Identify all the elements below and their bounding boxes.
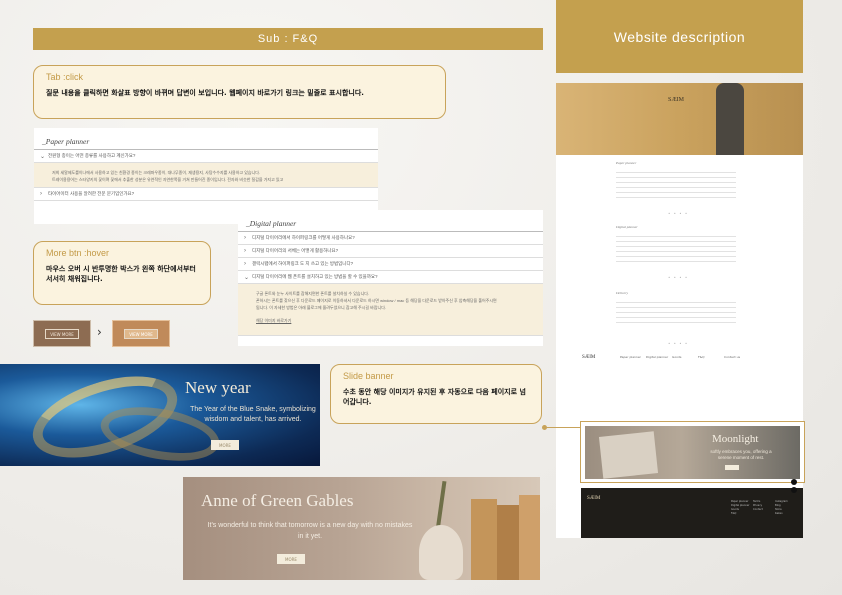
- section-heading: _Digital planner: [238, 210, 543, 232]
- faq-question-text: 타이어이터 사용을 알려한 전문 문기입인가요?: [48, 191, 135, 197]
- view-more-button-default[interactable]: VIEW MORE: [33, 320, 91, 347]
- connector-dot: [542, 425, 547, 430]
- site-faq-row[interactable]: [616, 193, 736, 198]
- site-faq-row[interactable]: [616, 257, 736, 262]
- anne-banner: Anne of Green Gables It's wonderful to t…: [183, 477, 540, 580]
- footer-column: Instagram Blog Store Kakao: [775, 500, 788, 516]
- tab-click-callout: Tab :click 질문 내용을 클릭하면 화살표 방향이 바뀌며 답변이 보…: [33, 65, 446, 119]
- faq-question[interactable]: ⌄ 디지털 다이어리에 웹 폰트를 설치하고 있는 방법을 할 수 있을까요?: [238, 271, 543, 284]
- nav-item[interactable]: Paper planner: [620, 355, 646, 359]
- pagination-dots[interactable]: • • • •: [668, 275, 688, 280]
- faq-question-text: 디지털 다이어리에서 하이퍼링크를 어떻게 사용하나요?: [252, 235, 355, 240]
- faq-question-text: 디지털 다이어리에 웹 폰트를 설치하고 있는 방법을 할 수 있을까요?: [252, 274, 378, 279]
- button-label: VIEW MORE: [45, 329, 79, 339]
- banner-subtitle: It's wonderful to think that tomorrow is…: [207, 522, 413, 540]
- callout-title: Slide banner: [343, 371, 394, 381]
- chevron-right-icon: ›: [244, 235, 246, 241]
- banner-title: New year: [185, 378, 251, 397]
- faq-answer: 구글 폰트와 눈누 사이트를 참해지면한 폰트를 설치하실 수 있습니다. 폰하…: [238, 284, 543, 336]
- site-logo: SÆIM: [582, 354, 596, 360]
- site-faq-section: Paper planner: [616, 161, 736, 198]
- site-faq-section: Digital planner: [616, 225, 736, 262]
- nav-item[interactable]: F&Q: [698, 355, 724, 359]
- site-faq-section: Delivery: [616, 291, 736, 323]
- faq-answer: 저희 세알제도를이나에서 사용하고 있는 친환경 종이는 크레파우종이, 대나무…: [34, 163, 378, 189]
- callout-title: Tab :click: [46, 72, 84, 82]
- faq-question[interactable]: › 타이어이터 사용을 알려한 전문 문기입인가요?: [34, 188, 378, 202]
- person-illustration: [716, 83, 744, 155]
- chevron-down-icon: ⌄: [40, 153, 46, 160]
- view-more-button-hover[interactable]: VIEW MORE: [112, 320, 170, 347]
- site-footer: SÆIM Paper planner Digital planner Goods…: [581, 488, 803, 538]
- faq-question-text: 디지털 다이어리의 서체는 어떻게 활용하나요?: [252, 248, 339, 253]
- vase-illustration: [419, 525, 463, 580]
- arrow-right-icon: ›: [97, 325, 102, 339]
- callout-text: 수초 동안 해당 이미지가 유지된 후 자동으로 다음 페이지로 넘어갑니다.: [343, 388, 526, 407]
- site-section-heading: Delivery: [616, 291, 629, 295]
- chevron-right-icon: ›: [244, 261, 246, 267]
- callout-text: 질문 내용을 클릭하면 화살표 방향이 바뀌며 답변이 보입니다. 웹페이지 바…: [46, 89, 364, 97]
- faq-answer-line: 구글 폰트와 눈누 사이트를 참해지면한 폰트를 설치하실 수 있습니다.: [256, 291, 370, 296]
- faq-question[interactable]: › 디지털 다이어리의 서체는 어떻게 활용하나요?: [238, 245, 543, 258]
- faq-answer-link[interactable]: 해당 이미지 바로가기: [256, 317, 533, 324]
- book-illustration: [598, 431, 659, 479]
- banner-subtitle: The Year of the Blue Snake, symbolizing …: [190, 406, 316, 424]
- button-label: VIEW MORE: [124, 329, 158, 339]
- footer-column: Terms Privacy Contact: [753, 500, 763, 512]
- nav-item[interactable]: Goods: [672, 355, 698, 359]
- banner-more-button[interactable]: [725, 465, 739, 470]
- faq-question-text: 전원형 종이는 어떤 종류를 사용하고 계신가요?: [48, 153, 136, 158]
- faq-answer-line: 폰하시는 폰트를 찾으신 후 다운로드 페이지로 이동하셔서 다운로드 하시면 …: [256, 298, 497, 304]
- banner-title: Moonlight: [712, 433, 759, 445]
- section-heading: _Paper planner: [34, 128, 378, 150]
- banner-more-button[interactable]: MORE: [277, 554, 305, 564]
- banner-subtitle: softly embraces you, offering a serene m…: [710, 449, 772, 461]
- footer-link[interactable]: Kakao: [775, 512, 788, 516]
- faq-answer-line: 됩니다. 이 자세한 방법은 아래 블로그에 올려두었으니 참고해 주시길 바랍…: [256, 305, 386, 311]
- callout-title: More btn :hover: [46, 248, 110, 258]
- site-nav: SÆIM Paper planner Digital planner Goods…: [582, 350, 772, 364]
- site-logo: SÆIM: [668, 97, 685, 103]
- footer-link[interactable]: F&Q: [731, 512, 749, 516]
- footer-logo: SÆIM: [587, 496, 601, 501]
- site-faq-row[interactable]: [616, 318, 736, 323]
- book-illustration: [471, 499, 497, 580]
- site-section-heading: Paper planner: [616, 161, 637, 165]
- scroll-bottom-icon[interactable]: [791, 487, 797, 493]
- faq-question-text: 갤럭시탭에서 하이퍼링크 도 지 쓰고 있는 방법입니다?: [252, 261, 354, 266]
- more-btn-callout: More btn :hover 마우스 오버 시 반투명한 박스가 왼쪽 하단에…: [33, 241, 211, 305]
- banner-more-button[interactable]: MORE: [211, 440, 239, 450]
- callout-text: 마우스 오버 시 반투명한 박스가 왼쪽 하단에서부터 서서히 채워집니다.: [46, 265, 196, 284]
- nav-item[interactable]: Contact us: [724, 355, 750, 359]
- chevron-right-icon: ›: [40, 191, 42, 198]
- slide-banner-callout: Slide banner 수초 동안 해당 이미지가 유지된 후 자동으로 다음…: [330, 364, 542, 424]
- website-description-header: Website description: [556, 0, 803, 73]
- faq-question[interactable]: › 갤럭시탭에서 하이퍼링크 도 지 쓰고 있는 방법입니다?: [238, 258, 543, 271]
- chevron-right-icon: ›: [244, 248, 246, 254]
- new-year-banner: New year The Year of the Blue Snake, sym…: [0, 364, 320, 466]
- sub-faq-header: Sub : F&Q: [33, 28, 543, 50]
- connector-line: [545, 427, 581, 428]
- faq-answer-line: 저희 세알제도를이나에서 사용하고 있는 친환경 종이는 크레파우종이, 대나무…: [52, 170, 261, 175]
- site-hero: SÆIM: [556, 83, 803, 155]
- faq-answer-line: 트레이용용어는 스타양키의 꽃이며 꽃에서 추출한 성분은 유연적인 자연한쪽을…: [52, 177, 284, 183]
- plant-illustration: [435, 480, 447, 532]
- footer-link[interactable]: Contact: [753, 508, 763, 512]
- book-illustration: [519, 495, 540, 580]
- footer-column: Paper planner Digital planner Goods F&Q: [731, 500, 749, 516]
- pagination-dots[interactable]: • • • •: [668, 211, 688, 216]
- scroll-top-icon[interactable]: [791, 479, 797, 485]
- pagination-dots[interactable]: • • • •: [668, 341, 688, 346]
- digital-planner-faq: _Digital planner › 디지털 다이어리에서 하이퍼링크를 어떻게 …: [238, 210, 543, 346]
- faq-question[interactable]: ⌄ 전원형 종이는 어떤 종류를 사용하고 계신가요?: [34, 150, 378, 163]
- faq-question[interactable]: › 디지털 다이어리에서 하이퍼링크를 어떻게 사용하나요?: [238, 232, 543, 245]
- banner-title: Anne of Green Gables: [201, 491, 354, 510]
- site-section-heading: Digital planner: [616, 225, 638, 229]
- nav-item[interactable]: Digital planner: [646, 355, 672, 359]
- chevron-down-icon: ⌄: [244, 274, 250, 281]
- book-illustration: [497, 505, 519, 580]
